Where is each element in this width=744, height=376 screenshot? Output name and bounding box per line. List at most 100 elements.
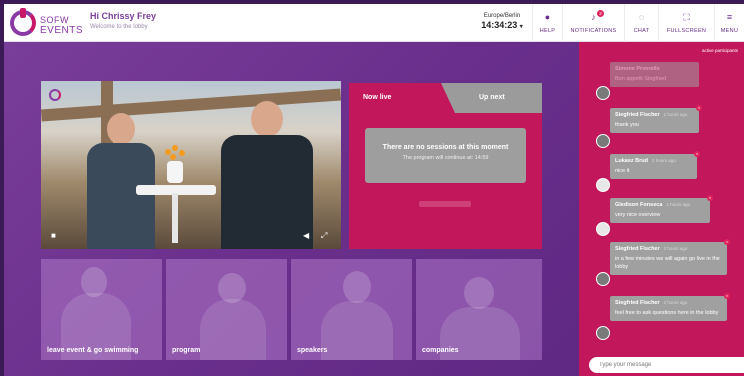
tile-speakers[interactable]: speakers bbox=[291, 259, 412, 360]
message-time: 2 hours ago bbox=[663, 112, 688, 117]
tile-figure-body bbox=[321, 301, 393, 360]
delete-message-icon[interactable]: × bbox=[724, 239, 730, 245]
active-participants-link[interactable]: active participants bbox=[702, 48, 738, 53]
tab-up-next-label: Up next bbox=[479, 94, 505, 101]
message-text: thank you bbox=[615, 122, 639, 128]
no-sessions-title: There are no sessions at this moment bbox=[382, 144, 509, 151]
tile-program[interactable]: program bbox=[166, 259, 287, 360]
tile-label: companies bbox=[422, 347, 459, 354]
message-text: feel free to ask questions here in the l… bbox=[615, 310, 719, 316]
message-author: Siegfried Fischer 2 hours ago bbox=[615, 300, 722, 306]
top-header: SOFW EVENTS Hi Chrissy Frey Welcome to t… bbox=[4, 4, 744, 42]
bell-icon: ♪ bbox=[591, 12, 596, 22]
fullscreen-label: FULLSCREEN bbox=[666, 28, 707, 34]
greeting-title: Hi Chrissy Frey bbox=[90, 11, 157, 21]
message-time: 2 hours ago bbox=[663, 246, 688, 251]
message-author: Siegfried Fischer 2 hours ago bbox=[615, 246, 722, 252]
speaker-left-body bbox=[87, 143, 155, 249]
delete-message-icon[interactable]: × bbox=[724, 293, 730, 299]
greeting-subtitle: Welcome to the lobby bbox=[90, 24, 148, 30]
chat-panel: active participants Simone Prverelle Bon… bbox=[579, 42, 744, 376]
notifications-button[interactable]: ♪ 2 NOTIFICATIONS bbox=[562, 4, 624, 42]
chat-message: × Siegfried Fischer 2 hours ago thank you bbox=[610, 105, 702, 133]
chat-message: × Siegfried Fischer 2 hours ago feel free… bbox=[610, 293, 730, 321]
avatar bbox=[596, 326, 610, 340]
vase bbox=[167, 161, 183, 183]
tile-companies[interactable]: companies bbox=[416, 259, 542, 360]
message-text: nice it bbox=[615, 168, 630, 174]
tile-leave-event[interactable]: leave event & go swimming bbox=[41, 259, 162, 360]
sessions-panel: Now live Up next There are no sessions a… bbox=[349, 83, 542, 249]
logo-dot-icon bbox=[20, 8, 26, 18]
author-name: Simone Prverelle bbox=[615, 66, 660, 72]
help-icon: ● bbox=[544, 12, 551, 22]
message-text: Bon appetit Siegfried bbox=[615, 76, 667, 82]
author-name: Siegfried Fischer bbox=[615, 300, 660, 306]
message-text: in a few minutes we will again go live i… bbox=[615, 256, 720, 270]
speaker-right-body bbox=[221, 135, 313, 249]
sofw-events-logo[interactable]: SOFW EVENTS bbox=[10, 8, 84, 38]
tile-label: program bbox=[172, 347, 201, 354]
live-video-player[interactable]: ■ ◀ ⤢ bbox=[41, 81, 341, 249]
speaker-right-head bbox=[251, 101, 283, 137]
menu-label: MENU bbox=[720, 28, 739, 34]
chat-message: × Siegfried Fischer 2 hours ago in a few … bbox=[610, 239, 730, 275]
tile-label: speakers bbox=[297, 347, 328, 354]
event-app: SOFW EVENTS Hi Chrissy Frey Welcome to t… bbox=[4, 4, 744, 376]
menu-button[interactable]: ≡ MENU bbox=[714, 4, 744, 42]
message-text: very nice overview bbox=[615, 212, 661, 218]
author-name: Siegfried Fischer bbox=[615, 246, 660, 252]
chat-message: × Lukasz Brud 2 hours ago nice it bbox=[610, 151, 700, 179]
avatar bbox=[596, 222, 610, 236]
chat-message: × Gledison Fonseca 2 hours ago very nice … bbox=[610, 195, 713, 223]
chat-label: CHAT bbox=[633, 28, 650, 34]
greeting-block: Hi Chrissy Frey Welcome to the lobby bbox=[90, 11, 156, 30]
video-fullscreen-icon[interactable]: ⤢ bbox=[321, 231, 327, 241]
speaker-left-figure bbox=[81, 113, 161, 249]
tab-up-next[interactable]: Up next bbox=[441, 83, 542, 113]
no-sessions-subtitle: The program will continue at: 14:59 bbox=[402, 155, 489, 161]
avatar bbox=[596, 86, 610, 100]
message-author: Gledison Fonseca 2 hours ago bbox=[615, 202, 705, 208]
avatar bbox=[596, 178, 610, 192]
tile-figure-body bbox=[200, 299, 266, 360]
notification-badge: 2 bbox=[597, 10, 604, 17]
chat-message: Simone Prverelle Bon appetit Siegfried bbox=[610, 62, 699, 87]
notifications-label: NOTIFICATIONS bbox=[570, 28, 617, 34]
delete-message-icon[interactable]: × bbox=[707, 195, 713, 201]
message-time: 2 hours ago bbox=[663, 300, 688, 305]
fullscreen-icon: ⛶ bbox=[683, 12, 690, 22]
tile-label: leave event & go swimming bbox=[47, 347, 139, 354]
delete-message-icon[interactable]: × bbox=[694, 151, 700, 157]
help-button[interactable]: ● HELP bbox=[532, 4, 562, 42]
avatar bbox=[596, 134, 610, 148]
logo-text-bottom: EVENTS bbox=[40, 25, 84, 36]
message-time: 2 hours ago bbox=[652, 158, 676, 163]
fullscreen-button[interactable]: ⛶ FULLSCREEN bbox=[658, 4, 714, 42]
avatar bbox=[596, 272, 610, 286]
menu-icon: ≡ bbox=[726, 12, 733, 22]
no-sessions-card: There are no sessions at this moment The… bbox=[365, 128, 526, 183]
chat-button[interactable]: ◌ CHAT bbox=[624, 4, 658, 42]
delete-message-icon[interactable]: × bbox=[696, 105, 702, 111]
timezone-label: Europe/Berlin bbox=[483, 13, 521, 19]
tab-now-live-label: Now live bbox=[363, 94, 392, 101]
message-time: 2 hours ago bbox=[666, 202, 691, 207]
logo-text-top: SOFW bbox=[40, 15, 69, 25]
volume-icon[interactable]: ◀ bbox=[303, 231, 309, 240]
author-name: Siegfried Fischer bbox=[615, 112, 660, 118]
message-author: Simone Prverelle bbox=[615, 66, 694, 72]
chat-icon: ◌ bbox=[638, 12, 645, 22]
side-table-leg bbox=[172, 193, 178, 243]
tile-figure-head bbox=[343, 271, 371, 303]
message-author: Siegfried Fischer 2 hours ago bbox=[615, 112, 694, 118]
tab-now-live[interactable]: Now live bbox=[349, 83, 449, 113]
clock-time: 14:34:23 ▾ bbox=[474, 20, 530, 30]
timezone-clock[interactable]: Europe/Berlin 14:34:23 ▾ bbox=[474, 13, 530, 30]
chat-message-input[interactable] bbox=[589, 357, 744, 373]
author-name: Gledison Fonseca bbox=[615, 202, 663, 208]
clock-value: 14:34:23 bbox=[481, 20, 518, 30]
play-icon[interactable]: ■ bbox=[51, 231, 56, 240]
message-author: Lukasz Brud 2 hours ago bbox=[615, 158, 692, 164]
video-watermark-icon bbox=[49, 89, 61, 101]
